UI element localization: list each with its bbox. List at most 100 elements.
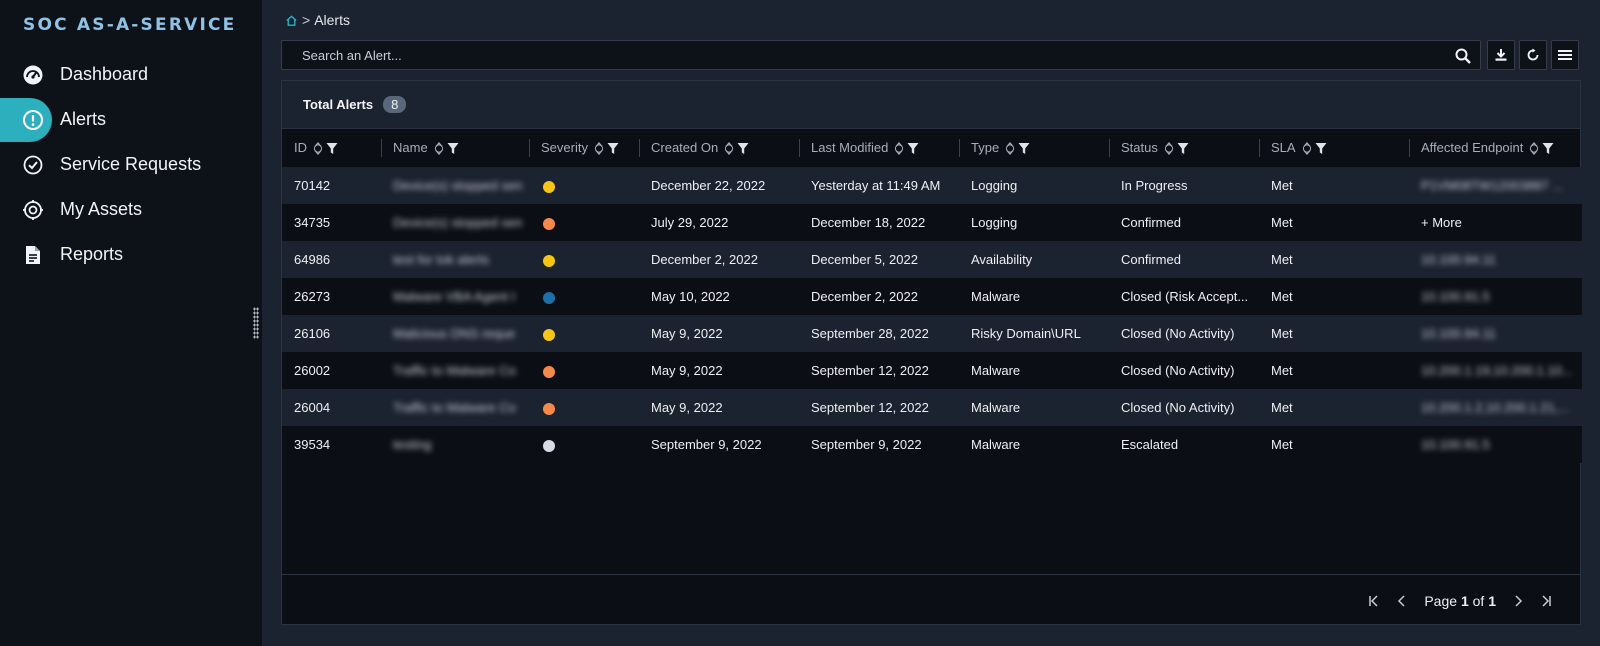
sort-icon[interactable] [894, 141, 904, 156]
severity-dot [543, 365, 555, 378]
filter-icon[interactable] [907, 142, 919, 155]
sidebar-item-my-assets[interactable]: My Assets [0, 187, 262, 232]
column-header-affected-endpoint[interactable]: Affected Endpoint [1409, 129, 1582, 167]
table-row[interactable]: 26273 Malware VBA Agent I May 10, 2022 Dece… [282, 278, 1582, 315]
filter-icon[interactable] [1315, 142, 1327, 155]
cell-created-on: September 9, 2022 [651, 437, 762, 452]
sort-icon[interactable] [313, 141, 323, 156]
sidebar-nav: Dashboard Alerts Service Requests My Ass… [0, 52, 262, 277]
menu-button[interactable] [1551, 40, 1579, 70]
column-header-sla[interactable]: SLA [1259, 129, 1409, 167]
column-header-name[interactable]: Name [381, 129, 529, 167]
cell-last-modified: September 12, 2022 [811, 363, 929, 378]
refresh-button[interactable] [1519, 40, 1547, 70]
table-row[interactable]: 26002 Traffic to Malware Co May 9, 2022 Sep… [282, 352, 1582, 389]
cell-status: Closed (No Activity) [1121, 326, 1235, 341]
sort-icon[interactable] [1529, 141, 1539, 156]
table-row[interactable]: 26106 Malicious DNS reque May 9, 2022 Septe… [282, 315, 1582, 352]
sidebar-item-service-requests[interactable]: Service Requests [0, 142, 262, 187]
cell-affected-endpoint: 10.100.91.5 [1409, 278, 1582, 315]
column-header-created-on[interactable]: Created On [639, 129, 799, 167]
search-bar [281, 40, 1481, 70]
cell-severity [529, 352, 639, 389]
sort-icon[interactable] [724, 141, 734, 156]
sidebar-item-reports[interactable]: Reports [0, 232, 262, 277]
total-alerts-label: Total Alerts [303, 97, 374, 112]
last-page-button[interactable] [1532, 591, 1560, 611]
severity-dot [543, 439, 555, 452]
cell-last-modified: September 12, 2022 [811, 400, 929, 415]
filter-icon[interactable] [1177, 142, 1189, 155]
cell-affected-endpoint[interactable]: + More [1409, 204, 1582, 241]
column-header-label: Name [393, 139, 428, 155]
filter-icon[interactable] [326, 142, 338, 155]
endpoint-value: P1VM08TW12003887 ... [1421, 178, 1564, 193]
total-alerts-badge: 8 [383, 96, 407, 113]
column-divider [1109, 139, 1110, 157]
sort-icon[interactable] [1005, 141, 1015, 156]
cell-name: Malware VBA Agent I [381, 278, 529, 315]
cell-id: 39534 [294, 437, 331, 452]
sidebar-resize-handle[interactable] [253, 307, 259, 339]
table-row[interactable]: 26004 Traffic to Malware Co May 9, 2022 Sep… [282, 389, 1582, 426]
column-header-label: ID [294, 139, 307, 155]
cell-severity [529, 167, 639, 204]
page-of: of [1472, 593, 1485, 609]
sidebar-item-alerts[interactable]: Alerts [0, 97, 262, 142]
cell-created-on: July 29, 2022 [651, 215, 729, 230]
cell-severity [529, 241, 639, 278]
table-row[interactable]: 70142 Device(s) stopped sen December 22, 2… [282, 167, 1582, 204]
cell-sla: Met [1271, 252, 1293, 267]
endpoint-value: 10.100.94.11 [1421, 326, 1496, 341]
download-button[interactable] [1487, 40, 1515, 70]
cell-sla: Met [1271, 289, 1293, 304]
cell-last-modified: December 18, 2022 [811, 215, 926, 230]
page-prefix: Page [1424, 593, 1458, 609]
alert-name: testing [393, 437, 432, 452]
alert-circle-icon [23, 110, 43, 130]
alerts-panel: Total Alerts 8 ID Name Severity Created On L… [281, 80, 1582, 625]
filter-icon[interactable] [737, 142, 749, 155]
panel-header: Total Alerts 8 [282, 81, 1580, 129]
previous-page-button[interactable] [1388, 591, 1416, 611]
filter-icon[interactable] [1542, 142, 1554, 155]
column-header-severity[interactable]: Severity [529, 129, 639, 167]
cell-type: Logging [971, 178, 1018, 193]
sidebar-item-dashboard[interactable]: Dashboard [0, 52, 262, 97]
cell-sla: Met [1271, 363, 1293, 378]
table-row[interactable]: 64986 test for tok alerts December 2, 2022… [282, 241, 1582, 278]
cell-name: Traffic to Malware Co [381, 389, 529, 426]
refresh-icon [1527, 48, 1539, 61]
filter-icon[interactable] [607, 142, 619, 155]
column-header-status[interactable]: Status [1109, 129, 1259, 167]
next-page-button[interactable] [1504, 591, 1532, 611]
column-header-label: Affected Endpoint [1421, 139, 1524, 155]
sort-icon[interactable] [594, 141, 604, 156]
table-row[interactable]: 34735 Device(s) stopped sen July 29, 2022 D… [282, 204, 1582, 241]
cell-created-on: December 2, 2022 [651, 252, 758, 267]
column-header-type[interactable]: Type [959, 129, 1109, 167]
filter-icon[interactable] [1018, 142, 1030, 155]
home-icon[interactable] [285, 14, 298, 27]
cell-id: 26002 [294, 363, 331, 378]
pagination: Page 1 of 1 [1360, 591, 1560, 611]
sort-icon[interactable] [1302, 141, 1312, 156]
cell-id: 34735 [294, 215, 331, 230]
sort-icon[interactable] [1164, 141, 1174, 156]
table-row[interactable]: 39534 testing September 9, 2022 September 9… [282, 426, 1582, 463]
column-header-last-modified[interactable]: Last Modified [799, 129, 959, 167]
sort-icon[interactable] [434, 141, 444, 156]
search-icon[interactable] [1454, 47, 1472, 65]
cell-affected-endpoint: P1VM08TW12003887 ... [1409, 167, 1582, 204]
column-header-id[interactable]: ID [282, 129, 381, 167]
breadcrumb: > Alerts [285, 12, 350, 28]
cell-type: Malware [971, 400, 1021, 415]
endpoint-value: + More [1421, 215, 1462, 230]
cell-sla: Met [1271, 400, 1293, 415]
cell-severity [529, 389, 639, 426]
first-page-button[interactable] [1360, 591, 1388, 611]
cell-id: 26273 [294, 289, 331, 304]
filter-icon[interactable] [447, 142, 459, 155]
cell-sla: Met [1271, 326, 1293, 341]
search-input[interactable] [282, 41, 1432, 69]
